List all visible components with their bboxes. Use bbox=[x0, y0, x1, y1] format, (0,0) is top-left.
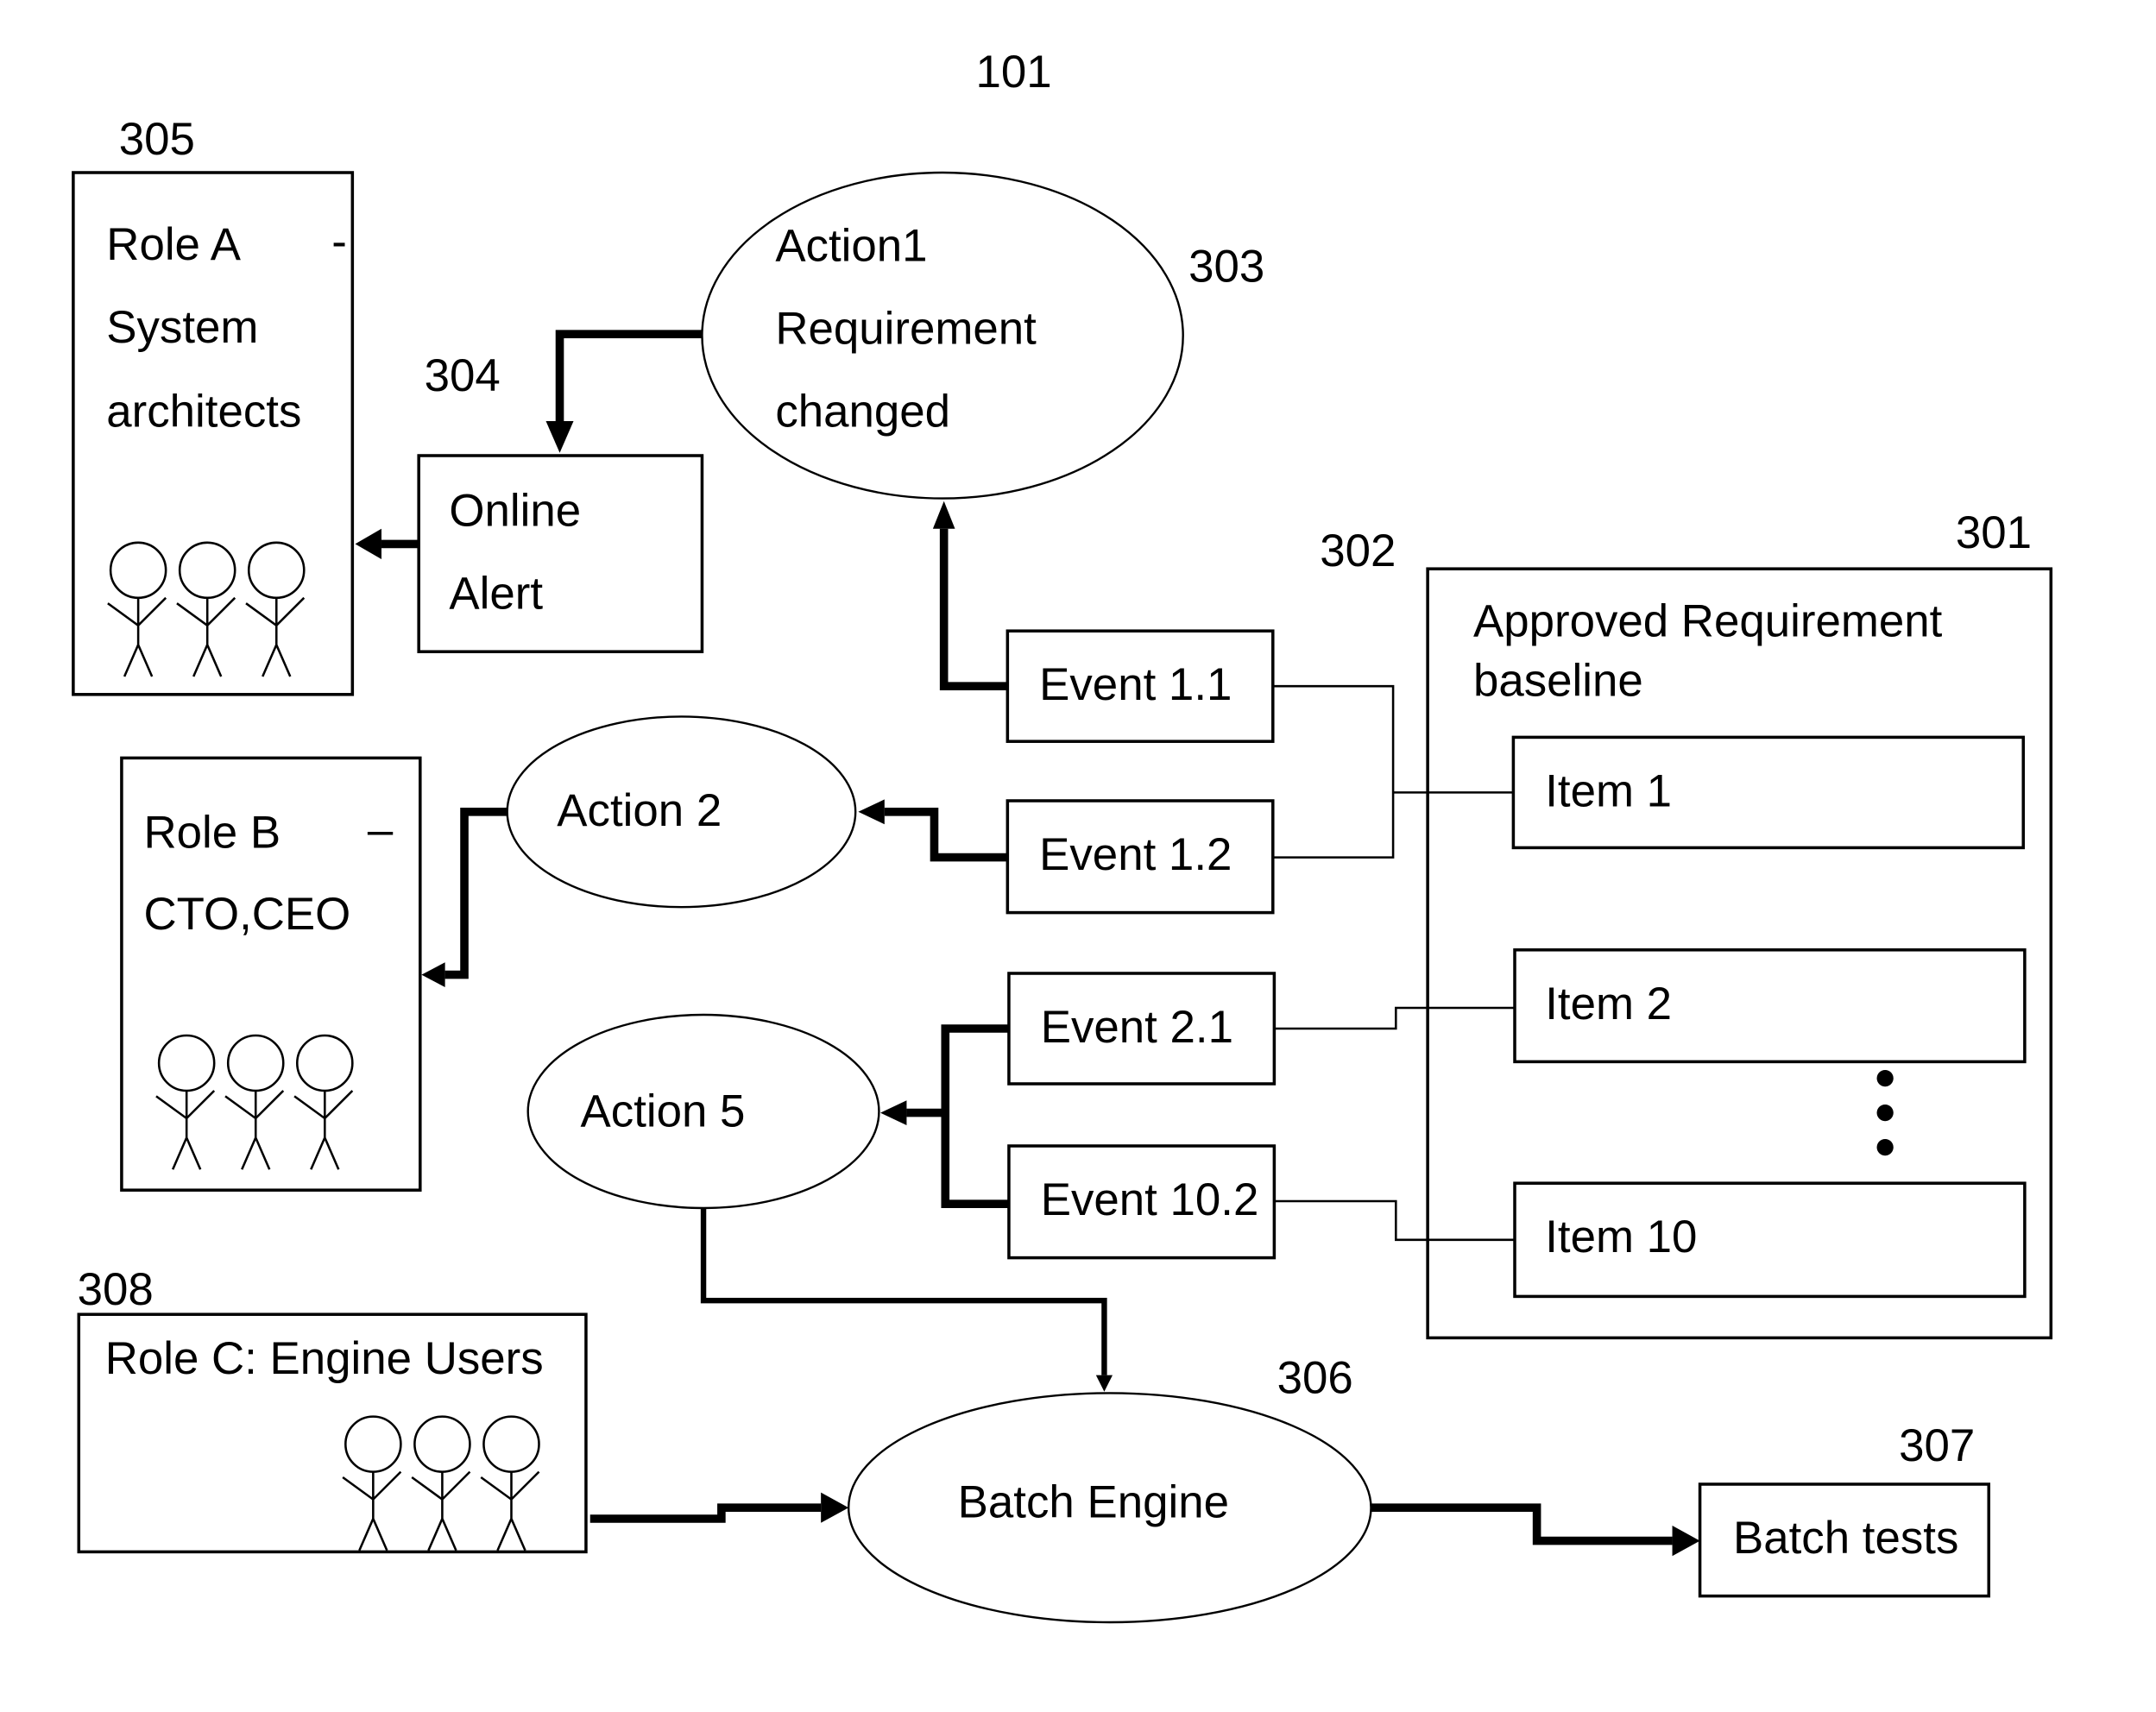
arrow-event12-to-action2 bbox=[884, 808, 1008, 862]
event-label: Event 2.1 bbox=[1041, 1002, 1233, 1053]
arrow-action1-to-alert bbox=[555, 330, 703, 421]
arrowhead-left-icon bbox=[858, 799, 885, 825]
ref-304: 304 bbox=[425, 350, 501, 401]
ref-303: 303 bbox=[1188, 241, 1264, 292]
action2-node[interactable]: Action 2 bbox=[506, 715, 857, 909]
arrowhead-right-icon bbox=[1672, 1526, 1700, 1557]
baseline-item-label: Item 10 bbox=[1545, 1212, 1697, 1262]
action1-line2: Requirement bbox=[775, 303, 1037, 354]
arrow-action2-to-role-b bbox=[444, 808, 507, 979]
batch-engine-node[interactable]: 306 Batch Engine bbox=[847, 1352, 1372, 1624]
figure-number: 101 bbox=[976, 47, 1052, 98]
online-alert-line2: Alert bbox=[449, 569, 543, 620]
vertical-ellipsis-icon bbox=[1876, 1070, 1894, 1156]
ref-306: 306 bbox=[1277, 1352, 1353, 1403]
event-label: Event 1.2 bbox=[1039, 829, 1232, 880]
arrowhead-down-icon bbox=[1095, 1375, 1113, 1392]
action1-node[interactable]: 303 Action1 Requirement changed bbox=[701, 171, 1264, 500]
approved-baseline-box[interactable]: Approved Requirement baseline Item 1 Ite… bbox=[1426, 567, 2053, 1340]
event-label: Event 1.1 bbox=[1039, 659, 1232, 710]
role-b-box[interactable]: Role B – CTO,CEO bbox=[120, 756, 422, 1192]
role-a-dash: - bbox=[331, 217, 347, 268]
arrowhead-left-icon bbox=[355, 528, 381, 559]
role-b-line2: CTO,CEO bbox=[144, 889, 351, 940]
baseline-item[interactable]: Item 10 bbox=[1513, 1181, 2027, 1299]
batch-tests-label: Batch tests bbox=[1733, 1513, 1958, 1564]
ref-302: 302 bbox=[1320, 526, 1396, 576]
online-alert-line1: Online bbox=[449, 486, 581, 537]
baseline-item-label: Item 1 bbox=[1545, 765, 1672, 816]
action5-label: Action 5 bbox=[581, 1086, 746, 1137]
baseline-title-line1: Approved Requirement bbox=[1473, 596, 1943, 647]
arrowhead-right-icon bbox=[821, 1492, 849, 1523]
action1-line1: Action1 bbox=[775, 220, 927, 271]
role-c-title: Role C: Engine Users bbox=[105, 1333, 544, 1384]
batch-tests-box[interactable]: 307 Batch tests bbox=[1698, 1420, 1991, 1598]
arrow-engine-to-tests bbox=[1371, 1503, 1673, 1545]
arrowhead-left-icon bbox=[880, 1100, 907, 1125]
event-box[interactable]: Event 2.1 bbox=[1007, 972, 1277, 1086]
ref-301: 301 bbox=[1956, 507, 2032, 558]
arrow-events-to-action5 bbox=[906, 1024, 1009, 1208]
event-box[interactable]: Event 1.2 bbox=[1006, 799, 1275, 915]
arrowhead-up-icon bbox=[932, 500, 955, 529]
role-c-box[interactable]: 308 Role C: Engine Users bbox=[77, 1264, 588, 1554]
role-a-box[interactable]: 305 Role A - System architects bbox=[72, 114, 355, 696]
arrowhead-down-icon bbox=[545, 421, 574, 453]
ref-308: 308 bbox=[78, 1264, 154, 1315]
event-box[interactable]: Event 10.2 bbox=[1007, 1144, 1277, 1260]
ref-307: 307 bbox=[1899, 1420, 1975, 1471]
batch-engine-label: Batch Engine bbox=[958, 1476, 1229, 1527]
role-b-dash: – bbox=[368, 804, 394, 855]
action1-line3: changed bbox=[775, 386, 950, 437]
baseline-item[interactable]: Item 1 bbox=[1511, 735, 2026, 850]
role-a-title: Role A bbox=[106, 219, 241, 270]
baseline-item[interactable]: Item 2 bbox=[1513, 948, 2027, 1064]
ref-305: 305 bbox=[119, 114, 195, 165]
diagram-canvas: 101 305 Role A - System architects 304 O… bbox=[72, 47, 2053, 1624]
arrow-role-c-to-engine bbox=[589, 1503, 822, 1523]
role-b-title: Role B bbox=[144, 807, 281, 858]
action2-label: Action 2 bbox=[557, 785, 722, 836]
arrow-event11-to-action1 bbox=[939, 528, 1008, 690]
arrowhead-left-icon bbox=[421, 962, 445, 987]
baseline-item-label: Item 2 bbox=[1545, 979, 1672, 1029]
event-box[interactable]: Event 1.1 bbox=[1006, 629, 1275, 743]
action5-node[interactable]: Action 5 bbox=[526, 1013, 880, 1210]
baseline-title-line2: baseline bbox=[1473, 655, 1643, 706]
event-label: Event 10.2 bbox=[1041, 1174, 1259, 1225]
role-a-architects: architects bbox=[106, 386, 301, 437]
role-a-system: System bbox=[106, 302, 258, 353]
